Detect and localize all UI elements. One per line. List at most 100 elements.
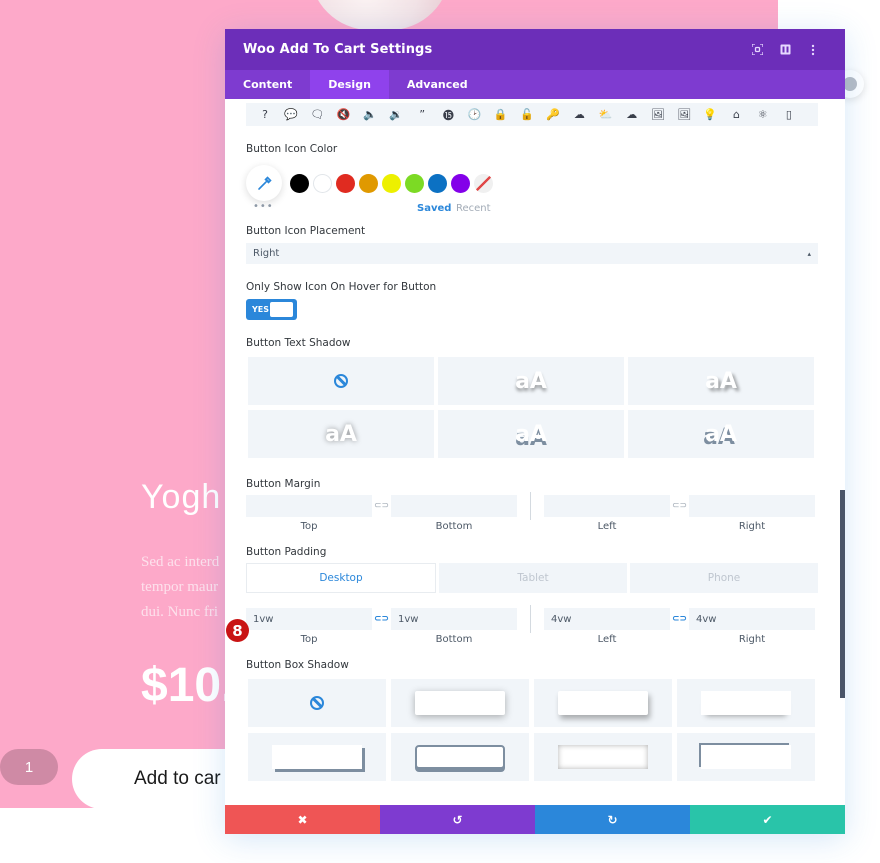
unlock-icon[interactable]: 🔓 [514, 108, 540, 121]
margin-bottom-input[interactable] [391, 495, 517, 517]
swatch-tabs: ••• Saved Recent [246, 201, 818, 219]
color-swatch-green[interactable] [405, 173, 424, 193]
icon-placement-select[interactable]: Right ▴ [246, 243, 818, 264]
tab-advanced[interactable]: Advanced [389, 70, 486, 99]
link-active-icon[interactable]: ⊂⊃ [372, 614, 391, 624]
margin-top-input[interactable] [246, 495, 372, 517]
clock-icon[interactable]: 🕑 [462, 108, 488, 121]
quote-icon[interactable]: ” [409, 108, 435, 121]
volume-low-icon[interactable]: 🔈 [357, 108, 383, 121]
no-shadow-icon [310, 696, 324, 710]
icon-picker-strip: ? 💬 🗨 🔇 🔈 🔉” ⓯ 🕑 🔒 🔓 🔑 ☁ ⛅ ☁ 🖼 🖼 💡 ⌂ ⚛ ▯ [246, 103, 818, 126]
button-icon-placement-label: Button Icon Placement [246, 225, 366, 237]
toggle-label: YES [252, 305, 270, 314]
tab-content[interactable]: Content [225, 70, 310, 99]
text-shadow-option[interactable]: aA [628, 410, 814, 458]
padding-left-input[interactable]: 4vw [544, 608, 670, 630]
more-colors-button[interactable]: ••• [253, 201, 274, 212]
lock-icon[interactable]: 🔒 [488, 108, 514, 121]
box-shadow-option[interactable] [534, 679, 672, 727]
box-shadow-option[interactable] [391, 679, 529, 727]
icon-placement-value: Right [253, 248, 280, 259]
box-shadow-option[interactable] [248, 733, 386, 781]
save-button[interactable]: ✔ [690, 805, 845, 834]
key-icon[interactable]: 🔑 [540, 108, 566, 121]
preview-text: aA [325, 421, 357, 447]
settings-modal: Woo Add To Cart Settings Content Design … [225, 29, 845, 834]
saved-colors-tab[interactable]: Saved [417, 203, 451, 214]
recent-colors-tab[interactable]: Recent [456, 203, 491, 214]
question-icon[interactable]: ? [252, 108, 278, 121]
color-swatch-orange[interactable] [359, 173, 378, 193]
mobile-icon[interactable]: ▯ [776, 108, 802, 121]
button-box-shadow-label: Button Box Shadow [246, 659, 349, 671]
link-active-icon[interactable]: ⊂⊃ [670, 614, 689, 624]
mute-icon[interactable]: 🔇 [331, 108, 357, 121]
color-swatch-purple[interactable] [451, 173, 470, 193]
box-shadow-option[interactable] [677, 679, 815, 727]
color-swatch-black[interactable] [290, 173, 309, 193]
chat-bubble-icon[interactable]: 💬 [278, 108, 304, 121]
undo-button[interactable]: ↺ [380, 805, 535, 834]
side-label: Right [738, 633, 766, 645]
tab-tablet[interactable]: Tablet [439, 563, 627, 593]
quote-circle-icon[interactable]: ⓯ [435, 107, 461, 123]
color-swatch-blue[interactable] [428, 173, 447, 193]
text-shadow-option[interactable]: aA [628, 357, 814, 405]
padding-right-input[interactable]: 4vw [689, 608, 815, 630]
image-icon[interactable]: 🖼 [645, 108, 671, 121]
product-price: $10. [141, 659, 235, 712]
color-swatch-red[interactable] [336, 173, 355, 193]
box-shadow-options [248, 679, 818, 781]
padding-inputs: 1vw ⊂⊃ 1vw 4vw ⊂⊃ 4vw [246, 605, 818, 633]
modal-header[interactable]: Woo Add To Cart Settings [225, 29, 845, 70]
quantity-input[interactable]: 1 [0, 749, 58, 785]
lightbulb-icon[interactable]: 💡 [697, 108, 723, 121]
padding-bottom-input[interactable]: 1vw [391, 608, 517, 630]
eyedropper-button[interactable] [246, 165, 282, 201]
text-shadow-option[interactable]: aA [248, 410, 434, 458]
gear-icon[interactable]: ⚛ [750, 108, 776, 121]
side-label: Top [300, 520, 318, 532]
tab-desktop[interactable]: Desktop [246, 563, 436, 593]
volume-high-icon[interactable]: 🔉 [383, 108, 409, 121]
margin-right-input[interactable] [689, 495, 815, 517]
margin-inputs: ⊂⊃ ⊂⊃ [246, 492, 818, 520]
link-icon[interactable]: ⊂⊃ [372, 501, 391, 511]
link-icon[interactable]: ⊂⊃ [670, 501, 689, 511]
tab-design[interactable]: Design [310, 70, 389, 99]
chat-bubbles-icon[interactable]: 🗨 [304, 108, 330, 121]
tab-phone[interactable]: Phone [630, 563, 818, 593]
eyedropper-icon [257, 175, 272, 190]
cloud-icon[interactable]: ☁ [566, 108, 592, 121]
redo-button[interactable]: ↻ [535, 805, 690, 834]
color-swatch-yellow[interactable] [382, 173, 401, 193]
box-shadow-none[interactable] [248, 679, 386, 727]
cloud-upload-icon[interactable]: ⛅ [592, 108, 618, 121]
text-shadow-option[interactable]: aA [438, 410, 624, 458]
split-view-icon[interactable] [771, 40, 799, 60]
color-swatch-none[interactable] [474, 173, 493, 193]
cancel-button[interactable]: ✖ [225, 805, 380, 834]
box-shadow-option[interactable] [677, 733, 815, 781]
no-shadow-icon [334, 374, 348, 388]
images-icon[interactable]: 🖼 [671, 108, 697, 121]
text-shadow-option[interactable]: aA [438, 357, 624, 405]
margin-left-input[interactable] [544, 495, 670, 517]
home-icon[interactable]: ⌂ [723, 108, 749, 121]
color-swatch-white[interactable] [313, 173, 332, 193]
modal-footer: ✖ ↺ ↻ ✔ [225, 805, 845, 834]
divider [530, 605, 531, 633]
more-options-icon[interactable] [799, 40, 827, 60]
box-shadow-option[interactable] [391, 733, 529, 781]
divider [530, 492, 531, 520]
fullscreen-icon[interactable] [743, 40, 771, 60]
modal-scrollbar[interactable] [840, 490, 845, 698]
redo-icon: ↻ [607, 812, 618, 827]
box-shadow-option[interactable] [534, 733, 672, 781]
text-shadow-options: aA aA aA aA aA [248, 357, 818, 458]
hover-icon-toggle[interactable]: YES [246, 299, 297, 320]
cloud-download-icon[interactable]: ☁ [619, 108, 645, 121]
text-shadow-none[interactable] [248, 357, 434, 405]
padding-top-input[interactable]: 1vw [246, 608, 372, 630]
